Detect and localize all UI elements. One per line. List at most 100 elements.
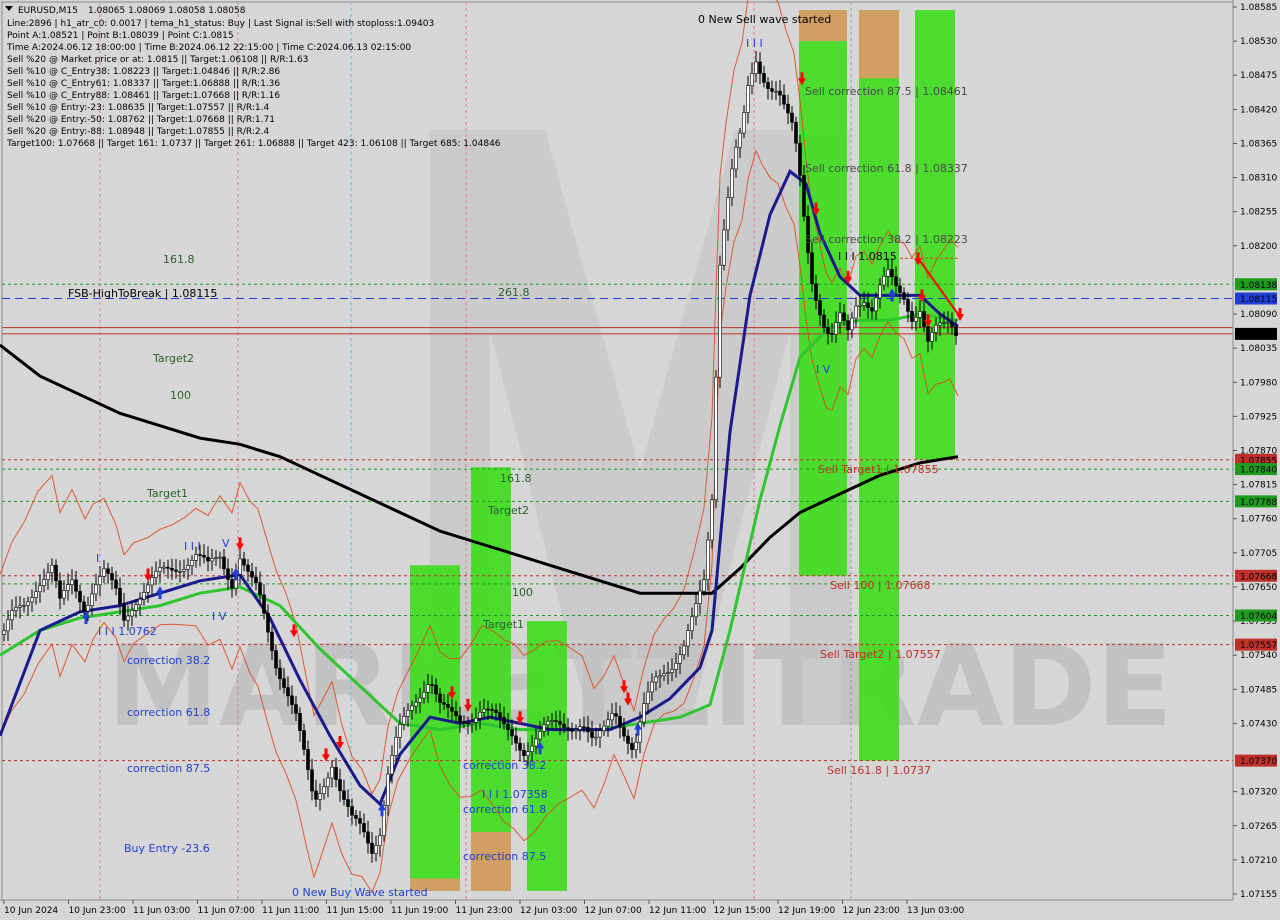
- candle-body: [138, 598, 142, 606]
- candle-body: [386, 773, 390, 806]
- candle-body: [18, 605, 22, 608]
- candle-body: [10, 610, 14, 621]
- price-badge-label: 1.08058: [1240, 330, 1277, 340]
- candle-body: [466, 722, 470, 725]
- candle-body: [922, 311, 926, 327]
- wave-v-label: V: [222, 537, 230, 550]
- candle-body: [682, 645, 686, 656]
- candle-body: [938, 322, 942, 326]
- candle-body: [742, 112, 746, 134]
- candle-body: [746, 85, 750, 113]
- info-line: Sell %20 @ Entry:-88: 1.08948 || Target:…: [7, 127, 270, 137]
- candle-body: [534, 738, 538, 747]
- candle-body: [802, 175, 806, 217]
- candle-body: [710, 499, 714, 541]
- correction-382-left: correction 38.2: [127, 654, 210, 667]
- info-line: Sell %10 @ C_Entry61: 1.08337 || Target:…: [7, 79, 280, 89]
- candle-body: [78, 590, 82, 603]
- candle-body: [46, 572, 50, 580]
- candle-body: [26, 601, 30, 606]
- candle-body: [282, 678, 286, 688]
- candle-body: [162, 566, 166, 569]
- candle-body: [798, 142, 802, 176]
- price-badge-label: 1.07557: [1240, 641, 1277, 651]
- candle-body: [414, 702, 418, 707]
- candle-body: [170, 568, 174, 571]
- candle-body: [458, 715, 462, 722]
- price-tick-label: 1.07485: [1240, 685, 1277, 695]
- candle-body: [446, 704, 450, 708]
- time-axis: 10 Jun 2024 10 Jun 23:00 11 Jun 03:00 11 Ju…: [0, 899, 1280, 920]
- wave-iv-label: I V: [212, 610, 227, 623]
- price-tick-label: 1.08090: [1240, 310, 1277, 320]
- candle-body: [390, 755, 394, 775]
- candle-body: [666, 672, 670, 675]
- correction-382-mid: correction 38.2: [463, 759, 546, 772]
- candle-body: [210, 558, 214, 562]
- candle-body: [794, 121, 798, 144]
- candle-body: [194, 554, 198, 561]
- candle-body: [178, 571, 182, 573]
- candle-body: [950, 321, 954, 328]
- candle-body: [490, 709, 494, 711]
- candle-body: [546, 720, 550, 726]
- candle-body: [738, 132, 742, 148]
- candle-body: [562, 723, 566, 729]
- ohlc-header: 1.08065 1.08069 1.08058 1.08058: [88, 6, 246, 16]
- candle-body: [90, 593, 94, 606]
- candle-body: [394, 737, 398, 756]
- candle-body: [134, 604, 138, 611]
- candle-body: [106, 568, 110, 574]
- candle-body: [662, 673, 666, 677]
- candle-body: [418, 697, 422, 703]
- time-tick-label: 10 Jun 23:00: [69, 906, 126, 916]
- price-tick-label: 1.07320: [1240, 788, 1277, 798]
- candle-body: [6, 619, 10, 632]
- candle-body: [482, 708, 486, 713]
- correction-618-left: correction 61.8: [127, 706, 210, 719]
- candle-body: [686, 630, 690, 647]
- candle-body: [334, 766, 338, 780]
- info-line: Sell %10 @ C_Entry88: 1.08461 || Target:…: [7, 91, 280, 101]
- candle-body: [602, 725, 606, 732]
- candle-body: [38, 585, 42, 593]
- candle-body: [730, 168, 734, 198]
- candle-body: [706, 539, 710, 580]
- candle-body: [98, 576, 102, 586]
- candle-body: [866, 302, 870, 308]
- candle-body: [542, 724, 546, 732]
- candle-body: [946, 321, 950, 324]
- info-line: Point A:1.08521 | Point B:1.08039 | Poin…: [7, 31, 234, 41]
- candle-body: [654, 676, 658, 683]
- candle-body: [326, 777, 330, 788]
- price-badge-label: 1.08138: [1240, 281, 1277, 291]
- candle-body: [586, 726, 590, 733]
- candle-body: [474, 717, 478, 723]
- price-tick-label: 1.07210: [1240, 856, 1277, 866]
- candle-body: [890, 269, 894, 278]
- candle-body: [22, 604, 26, 607]
- candle-body: [462, 721, 466, 724]
- price-tick-label: 1.08585: [1240, 3, 1277, 13]
- candle-body: [894, 276, 898, 287]
- price-tick-label: 1.08530: [1240, 37, 1277, 47]
- price-tick-label: 1.08475: [1240, 71, 1277, 81]
- zone-orange: [859, 10, 899, 79]
- candle-body: [230, 579, 234, 589]
- info-line: Target100: 1.07668 || Target 161: 1.0737…: [6, 139, 501, 149]
- candle-body: [478, 711, 482, 719]
- price-tick-label: 1.08200: [1240, 242, 1277, 252]
- candle-body: [898, 285, 902, 293]
- candle-body: [402, 716, 406, 725]
- candle-body: [254, 576, 258, 583]
- candle-body: [910, 310, 914, 322]
- sell-161-label: Sell 161.8 | 1.0737: [827, 764, 931, 777]
- candle-body: [954, 326, 958, 337]
- fib-100-mid-label: 100: [512, 586, 533, 599]
- candle-body: [514, 735, 518, 744]
- candle-body: [470, 722, 474, 724]
- candle-body: [614, 713, 618, 717]
- target1-left-label: Target1: [146, 487, 188, 500]
- candle-body: [518, 742, 522, 751]
- candle-body: [246, 564, 250, 572]
